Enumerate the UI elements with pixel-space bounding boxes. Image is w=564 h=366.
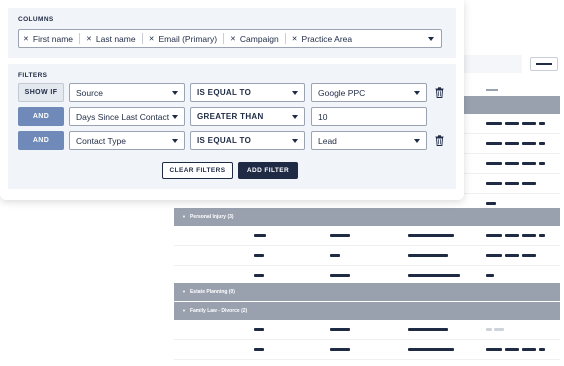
trash-icon[interactable]: [435, 87, 444, 98]
column-chip[interactable]: ✕ Campaign: [230, 33, 286, 44]
close-icon[interactable]: ✕: [292, 35, 298, 43]
field-select[interactable]: Source: [69, 83, 185, 102]
chevron-down-icon: [172, 139, 178, 143]
close-icon[interactable]: ✕: [23, 35, 29, 43]
group-label: Estate Planning (0): [189, 289, 235, 295]
divider: [79, 33, 81, 44]
chevron-down-icon: ▼: [182, 289, 186, 294]
columns-section: COLUMNS ✕ First name ✕ Last name ✕ Email…: [8, 8, 456, 58]
group-header-family-law[interactable]: ▼ Family Law - Divorce (2): [174, 302, 560, 320]
value-text: Google PPC: [318, 87, 366, 98]
table-row[interactable]: [174, 340, 560, 360]
trash-icon[interactable]: [435, 135, 444, 146]
columns-title: COLUMNS: [18, 16, 54, 23]
filter-panel: COLUMNS ✕ First name ✕ Last name ✕ Email…: [0, 0, 464, 200]
operator-select[interactable]: GREATER THAN: [190, 107, 305, 126]
chip-label: Campaign: [239, 33, 279, 44]
list-view-icon[interactable]: [530, 57, 558, 71]
operator-select[interactable]: IS EQUAL TO: [190, 83, 305, 102]
column-chip[interactable]: ✕ First name: [23, 33, 81, 44]
operator-value: GREATER THAN: [197, 112, 264, 121]
value-text: Lead: [318, 135, 337, 146]
divider: [141, 33, 143, 44]
and-button[interactable]: AND: [18, 107, 64, 126]
operator-select[interactable]: IS EQUAL TO: [190, 131, 305, 150]
column-header: [486, 89, 498, 91]
field-select[interactable]: Contact Type: [69, 131, 185, 150]
filters-title: FILTERS: [18, 72, 48, 79]
and-button[interactable]: AND: [18, 131, 64, 150]
column-chip[interactable]: ✕ Last name: [86, 33, 143, 44]
divider: [284, 33, 286, 44]
value-select[interactable]: Google PPC: [311, 83, 427, 102]
chevron-down-icon: [292, 115, 298, 119]
show-if-button[interactable]: SHOW IF: [18, 83, 64, 102]
chip-label: First name: [32, 33, 74, 44]
close-icon[interactable]: ✕: [149, 35, 155, 43]
group-header-estate-planning[interactable]: ▼ Estate Planning (0): [174, 283, 560, 301]
columns-select[interactable]: ✕ First name ✕ Last name ✕ Email (Primar…: [18, 29, 442, 48]
chip-label: Email (Primary): [158, 33, 218, 44]
column-chip[interactable]: ✕ Email (Primary): [149, 33, 225, 44]
value-text: 10: [318, 111, 328, 122]
field-select[interactable]: Days Since Last Contact: [69, 107, 185, 126]
operator-value: IS EQUAL TO: [197, 88, 252, 97]
value-select[interactable]: Lead: [311, 131, 427, 150]
column-chip[interactable]: ✕ Practice Area: [292, 34, 352, 44]
chevron-down-icon: ▼: [182, 214, 186, 219]
chevron-down-icon: [172, 91, 178, 95]
divider: [223, 33, 225, 44]
chevron-down-icon: [292, 139, 298, 143]
chevron-down-icon[interactable]: [428, 37, 434, 41]
chip-label: Last name: [95, 33, 136, 44]
field-value: Days Since Last Contact: [76, 111, 170, 122]
filters-section: FILTERS SHOW IF Source IS EQUAL TO Googl…: [8, 64, 456, 189]
operator-value: IS EQUAL TO: [197, 136, 252, 145]
close-icon[interactable]: ✕: [230, 35, 236, 43]
value-input[interactable]: 10: [311, 107, 427, 126]
table-row[interactable]: [174, 320, 560, 340]
close-icon[interactable]: ✕: [86, 35, 92, 43]
chevron-down-icon: [414, 139, 420, 143]
field-value: Source: [76, 87, 103, 98]
field-value: Contact Type: [76, 135, 126, 146]
chip-label: Practice Area: [301, 33, 353, 44]
table-row[interactable]: [174, 246, 560, 266]
clear-filters-button[interactable]: CLEAR FILTERS: [162, 162, 233, 179]
group-header-personal-injury[interactable]: ▼ Personal Injury (3): [174, 208, 560, 226]
group-label: Family Law - Divorce (2): [189, 308, 248, 314]
chevron-down-icon: [414, 91, 420, 95]
group-label: Personal Injury (3): [189, 214, 234, 220]
table-row[interactable]: [174, 226, 560, 246]
chevron-down-icon: [172, 115, 178, 119]
add-filter-button[interactable]: ADD FILTER: [238, 162, 298, 179]
chevron-down-icon: [292, 91, 298, 95]
chevron-down-icon: ▼: [182, 308, 186, 313]
